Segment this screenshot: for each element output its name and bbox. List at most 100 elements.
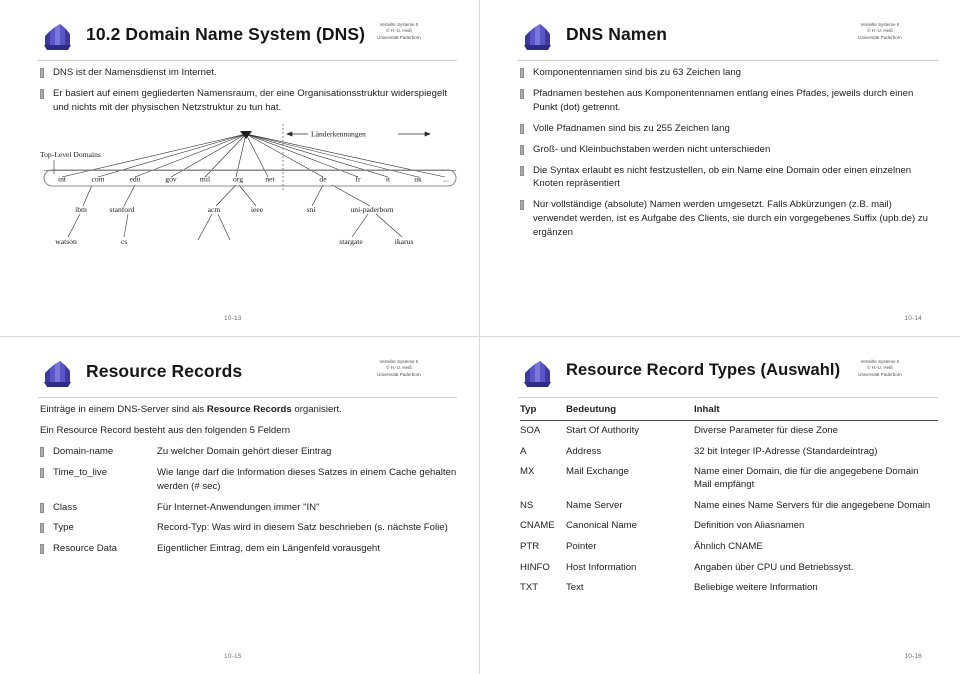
- page-number: 10-14: [904, 315, 922, 322]
- bullet-marker-icon: [40, 88, 44, 99]
- cell-bedeutung: Pointer: [566, 540, 597, 552]
- slide-body: Einträge in einem DNS-Server sind als Re…: [40, 403, 457, 640]
- bullet-marker-icon: [40, 467, 44, 478]
- bullet-marker-icon: [40, 502, 44, 513]
- bullet-text: Pfadnamen bestehen aus Komponentennamen …: [533, 87, 914, 113]
- slide-body: Komponentennamen sind bis zu 63 Zeichen …: [520, 66, 938, 302]
- credit-line-3: Universität Paderborn: [858, 34, 902, 40]
- header-divider: [518, 397, 938, 398]
- field-name: Class: [53, 501, 77, 513]
- cell-bedeutung: Start Of Authority: [566, 424, 640, 436]
- bullet-text: Groß- und Kleinbuchstaben werden nicht u…: [533, 143, 771, 155]
- header-divider: [518, 60, 938, 61]
- table-row: SOA Start Of Authority Diverse Parameter…: [520, 420, 938, 441]
- course-credit-block: Verteilte Systeme II © H.-U. Heiß Univer…: [824, 359, 936, 378]
- course-credit-block: Verteilte Systeme II © H.-U. Heiß Univer…: [343, 359, 455, 378]
- field-name: Type: [53, 522, 74, 534]
- cell-bedeutung: Host Information: [566, 561, 637, 573]
- credit-line-3: Universität Paderborn: [377, 34, 421, 40]
- svg-text:ieee: ieee: [251, 205, 264, 214]
- page-title: Resource Records: [86, 361, 243, 381]
- table-row: NS Name Server Name eines Name Servers f…: [520, 496, 938, 517]
- slide-body: Typ Bedeutung Inhalt SOA Start Of Author…: [520, 403, 938, 640]
- cell-typ: PTR: [520, 540, 540, 552]
- field-name: Time_to_live: [53, 466, 108, 478]
- page-number: 10-15: [224, 653, 242, 660]
- university-logo-icon: [42, 359, 76, 391]
- svg-text:watson: watson: [55, 237, 77, 246]
- table-row: CNAME Canonical Name Definition von Alia…: [520, 516, 938, 537]
- bullet-item: DNS ist der Namensdienst im Internet.: [40, 66, 457, 80]
- bullet-item: Volle Pfadnamen sind bis zu 255 Zeichen …: [520, 122, 938, 136]
- field-row: Resource Data Eigentlicher Eintrag, dem …: [53, 542, 457, 556]
- university-logo-icon: [522, 22, 556, 54]
- field-description: Eigentlicher Eintrag, dem ein Längenfeld…: [157, 543, 380, 555]
- slide-resource-records: Resource Records Verteilte Systeme II © …: [0, 337, 480, 674]
- page-title: DNS Namen: [566, 24, 668, 44]
- dns-hierarchy-diagram: Länderkennungen Top-Level Domains int co…: [40, 122, 457, 254]
- cell-typ: NS: [520, 499, 534, 511]
- bullet-text: Die Syntax erlaubt es nicht festzustelle…: [533, 164, 912, 190]
- credit-line-2: © H.-U. Heiß: [867, 28, 893, 34]
- table-header-row: Typ Bedeutung Inhalt: [520, 403, 938, 421]
- resource-record-types-table: Typ Bedeutung Inhalt SOA Start Of Author…: [520, 403, 938, 599]
- slide-header: Resource Records Verteilte Systeme II © …: [28, 347, 457, 401]
- table-row: A Address 32 bit Integer IP-Adresse (Sta…: [520, 442, 938, 463]
- bullet-marker-icon: [520, 165, 524, 176]
- cell-inhalt: 32 bit Integer IP-Adresse (Standardeintr…: [694, 445, 878, 457]
- svg-text:cs: cs: [121, 237, 127, 246]
- cell-inhalt: Diverse Parameter für diese Zone: [694, 424, 838, 436]
- bullet-marker-icon: [520, 144, 524, 155]
- field-item: Type Record-Typ: Was wird in diesem Satz…: [40, 521, 457, 535]
- svg-text:acm: acm: [208, 205, 221, 214]
- column-header-inhalt: Inhalt: [694, 403, 938, 421]
- page-number: 10-16: [904, 653, 922, 660]
- slide-rr-types: Resource Record Types (Auswahl) Verteilt…: [480, 337, 960, 674]
- bullet-marker-icon: [40, 523, 44, 534]
- slide-header: DNS Namen Verteilte Systeme II © H.-U. H…: [508, 10, 938, 64]
- bullet-marker-icon: [40, 68, 44, 78]
- cell-bedeutung: Mail Exchange: [566, 466, 629, 478]
- country-label: Länderkennungen: [311, 129, 366, 138]
- svg-text:uni-paderborn: uni-paderborn: [350, 205, 393, 214]
- cell-bedeutung: Address: [566, 445, 602, 457]
- bullet-item: Nur vollständige (absolute) Namen werden…: [520, 198, 938, 240]
- cell-bedeutung: Text: [566, 582, 584, 594]
- cell-typ: HINFO: [520, 561, 550, 573]
- slide-dns-overview: 10.2 Domain Name System (DNS) Verteilte …: [0, 0, 480, 337]
- bullet-marker-icon: [520, 123, 524, 134]
- field-row: Type Record-Typ: Was wird in diesem Satz…: [53, 521, 457, 535]
- intro-pre: Einträge in einem DNS-Server sind als: [40, 404, 207, 415]
- column-header-bedeutung: Bedeutung: [566, 403, 694, 421]
- table-row: MX Mail Exchange Name einer Domain, die …: [520, 462, 938, 495]
- slide-body: DNS ist der Namensdienst im Internet. Er…: [40, 66, 457, 302]
- dns-tree-svg: Länderkennungen Top-Level Domains int co…: [40, 123, 457, 246]
- credit-line-3: Universität Paderborn: [858, 371, 902, 377]
- field-description: Wie lange darf die Information dieses Sa…: [157, 466, 457, 492]
- slide-header: Resource Record Types (Auswahl) Verteilt…: [508, 347, 938, 401]
- svg-text:ikarus: ikarus: [395, 237, 414, 246]
- credit-line-1: Verteilte Systeme II: [860, 359, 900, 364]
- svg-text:it: it: [386, 174, 391, 183]
- cell-bedeutung: Name Server: [566, 499, 623, 511]
- university-logo-icon: [522, 359, 556, 391]
- cell-typ: CNAME: [520, 520, 555, 532]
- credit-line-2: © H.-U. Heiß: [867, 365, 893, 371]
- header-divider: [38, 60, 457, 61]
- cell-bedeutung: Canonical Name: [566, 520, 637, 532]
- bullet-text: Nur vollständige (absolute) Namen werden…: [533, 199, 929, 239]
- course-credit-block: Verteilte Systeme II © H.-U. Heiß Univer…: [343, 22, 455, 41]
- bullet-item: Er basiert auf einem gegliederten Namens…: [40, 87, 457, 115]
- field-item: Domain-name Zu welcher Domain gehört die…: [40, 445, 457, 459]
- intro-post: organisiert.: [291, 404, 342, 415]
- bullet-marker-icon: [40, 446, 44, 457]
- bullet-item: Die Syntax erlaubt es nicht festzustelle…: [520, 164, 938, 192]
- intro-line: Einträge in einem DNS-Server sind als Re…: [40, 403, 457, 417]
- cell-typ: A: [520, 445, 527, 457]
- field-description: Für Internet-Anwendungen immer "IN": [157, 501, 320, 513]
- svg-text:edu: edu: [130, 174, 141, 183]
- page-title: Resource Record Types (Auswahl): [566, 361, 841, 379]
- cell-inhalt: Definition von Aliasnamen: [694, 520, 805, 532]
- table-row: HINFO Host Information Angaben über CPU …: [520, 558, 938, 579]
- credit-line-1: Verteilte Systeme II: [379, 359, 419, 364]
